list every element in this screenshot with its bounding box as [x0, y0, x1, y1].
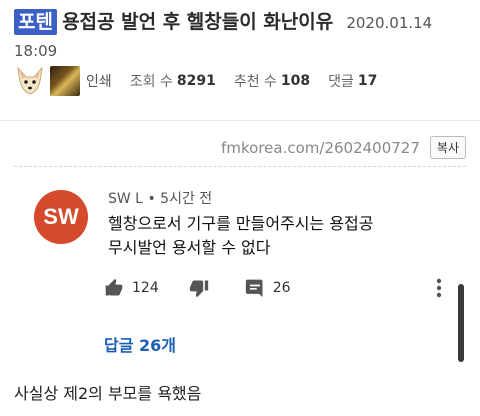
copy-button[interactable]: 복사 — [429, 136, 466, 159]
comment-text: 헬창으로서 기구를 만들어주시는 용접공 무시발언 용서할 수 없다 — [108, 212, 448, 260]
like-button[interactable]: 124 — [104, 278, 159, 298]
more-vert-icon — [436, 278, 442, 298]
comment-actions: 124 26 — [104, 276, 291, 300]
comment-time: 5시간 전 — [160, 191, 213, 207]
avatar-initials: SW — [43, 204, 79, 229]
reply-count: 26 — [272, 280, 291, 296]
post-title: 용접공 발언 후 헬창들이 화난이유 — [62, 11, 334, 33]
post-title-row: 포텐 용접공 발언 후 헬창들이 화난이유 2020.01.14 18:09 — [14, 8, 474, 65]
art-avatar[interactable] — [50, 66, 80, 96]
comment-icon — [245, 279, 263, 298]
view-replies-link[interactable]: 답글 26개 — [104, 332, 176, 356]
more-options-button[interactable] — [436, 278, 442, 302]
comment-author[interactable]: SW L — [108, 191, 143, 207]
dog-avatar[interactable] — [14, 65, 46, 97]
source-url[interactable]: fmkorea.com/2602400727 — [221, 139, 420, 157]
reply-button[interactable]: 26 — [245, 278, 291, 298]
category-badge[interactable]: 포텐 — [14, 9, 57, 35]
print-link[interactable]: 인쇄 — [86, 71, 112, 91]
separator-line — [14, 166, 466, 167]
recommend-label: 추천 수 — [233, 74, 277, 90]
post-meta: 인쇄 조회 수 8291 추천 수 108 댓글 17 — [14, 64, 474, 98]
dislike-button[interactable] — [189, 278, 209, 298]
header-dot: • — [147, 191, 156, 207]
dog-face-icon — [17, 66, 43, 95]
scrollbar[interactable] — [458, 284, 464, 362]
thumbs-down-icon — [189, 280, 208, 298]
thumbs-up-icon — [105, 278, 123, 296]
comments-value: 17 — [357, 73, 378, 89]
comment-line-1: 헬창으로서 기구를 만들어주시는 용접공 — [108, 214, 374, 233]
views-value: 8291 — [176, 73, 216, 89]
like-count: 124 — [132, 280, 159, 296]
recommend-value: 108 — [280, 73, 311, 89]
comment-line-2: 무시발언 용서할 수 없다 — [108, 238, 271, 257]
post-body-text: 사실상 제2의 부모를 욕했음 — [14, 384, 202, 403]
source-row: fmkorea.com/2602400727 복사 — [221, 136, 466, 159]
divider — [0, 120, 480, 121]
views-label: 조회 수 — [129, 74, 173, 90]
comment-header: SW L • 5시간 전 — [108, 188, 212, 208]
comments-label: 댓글 — [328, 74, 354, 90]
commenter-avatar[interactable]: SW — [34, 190, 88, 244]
